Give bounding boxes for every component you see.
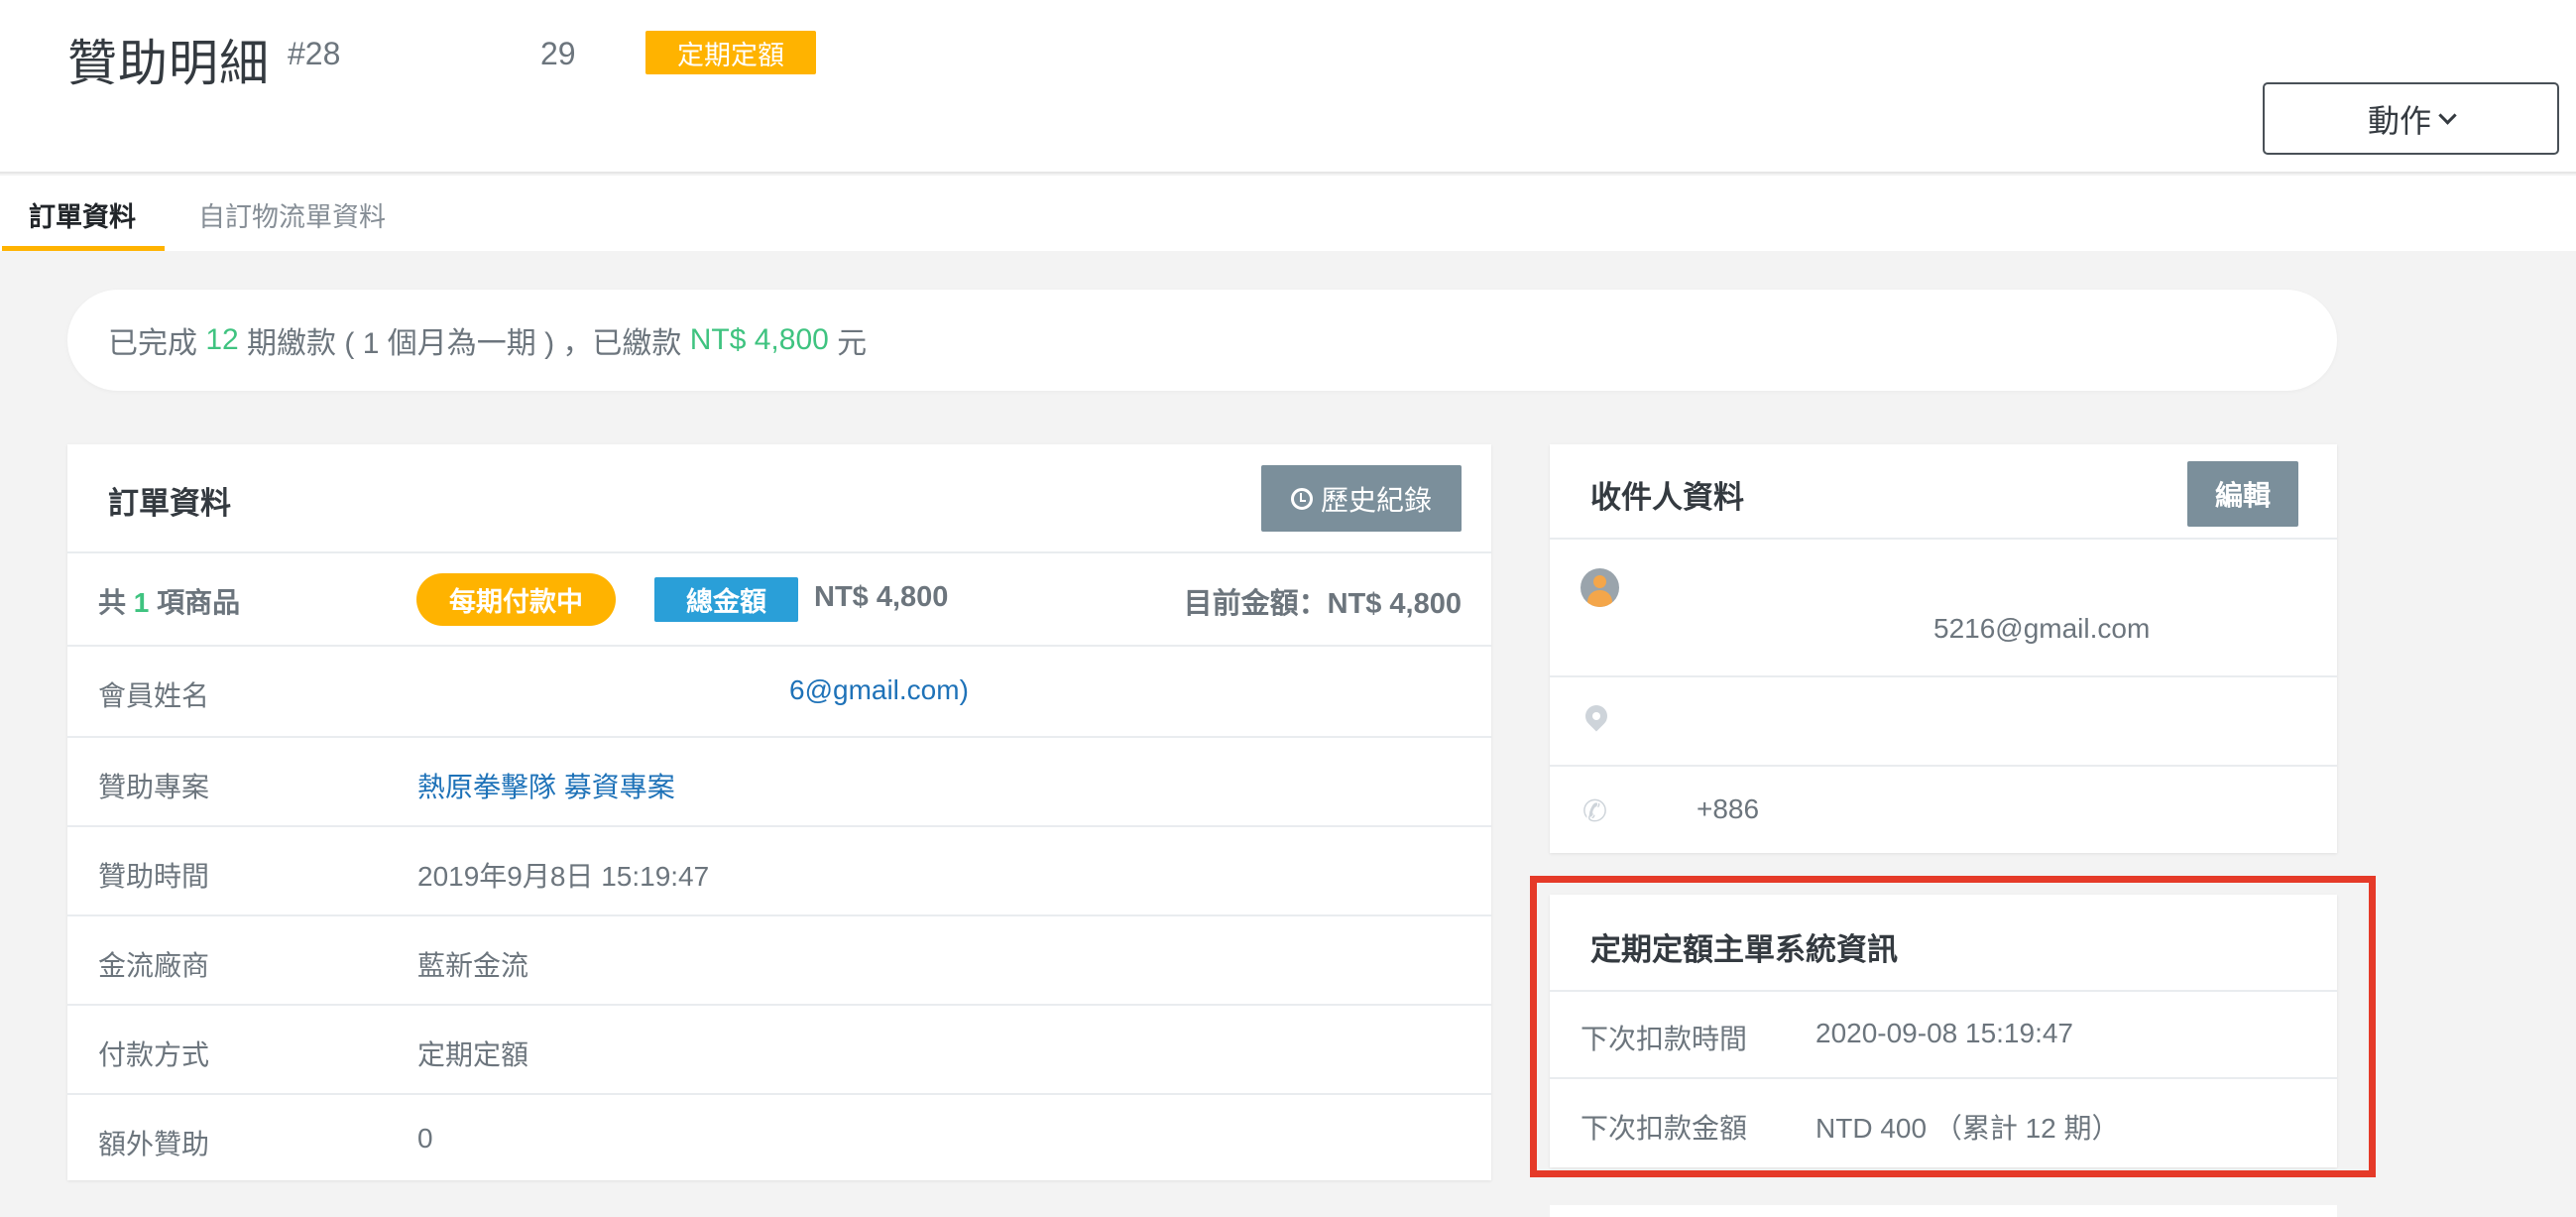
- divider: [1550, 765, 2337, 767]
- recipient-card-title: 收件人資料: [1590, 480, 1744, 515]
- page-header: 贊助明細 #28 29 定期定額 動作: [0, 0, 2576, 174]
- map-pin-icon: [1581, 700, 1612, 732]
- history-button[interactable]: 歷史紀錄: [1261, 465, 1462, 532]
- payment-method-value: 定期定額: [417, 1039, 529, 1070]
- next-charge-amount-label: 下次扣款金額: [1581, 1113, 1748, 1144]
- summary-suffix: 元: [828, 327, 868, 360]
- recipient-phone: +886: [1697, 793, 1760, 824]
- divider: [67, 736, 1491, 738]
- divider: [67, 1093, 1491, 1095]
- extra-sponsor-value: 0: [417, 1123, 433, 1154]
- action-dropdown-button[interactable]: 動作: [2263, 82, 2559, 155]
- member-name-label: 會員姓名: [98, 680, 210, 711]
- summary-periods: 12: [205, 323, 239, 356]
- payment-provider-label: 金流廠商: [98, 950, 210, 981]
- next-charge-time-label: 下次扣款時間: [1581, 1024, 1748, 1054]
- order-info-card: 訂單資料 歷史紀錄 共 1 項商品 每期付款中 總金額 NT$ 4,800 目前…: [67, 444, 1491, 1180]
- next-charge-time-value: 2020-09-08 15:19:47: [1815, 1018, 2073, 1048]
- payment-method-label: 付款方式: [98, 1039, 210, 1070]
- divider: [1550, 990, 2337, 992]
- divider: [1550, 1077, 2337, 1079]
- member-name-link[interactable]: 6@gmail.com): [789, 674, 969, 706]
- divider: [67, 645, 1491, 647]
- order-count: 29: [540, 36, 576, 71]
- sponsor-time-label: 贊助時間: [98, 861, 210, 892]
- recipient-info-card: 收件人資料 編輯 5216@gmail.com ✆ +886: [1550, 444, 2337, 853]
- item-count-number: 1: [133, 587, 150, 618]
- subscription-system-card: 定期定額主單系統資訊 下次扣款時間 2020-09-08 15:19:47 下次…: [1550, 895, 2337, 1167]
- project-label: 贊助專案: [98, 772, 210, 802]
- item-count-prefix: 共: [98, 587, 134, 618]
- page-title: 贊助明細: [67, 36, 270, 91]
- order-number: #28: [288, 36, 341, 71]
- next-card-partial: [1550, 1205, 2337, 1217]
- phone-icon: ✆: [1582, 795, 1608, 828]
- divider: [1550, 675, 2337, 677]
- action-button-label: 動作: [2367, 102, 2431, 139]
- project-link[interactable]: 熱原拳擊隊 募資專案: [417, 766, 675, 805]
- total-amount-badge: 總金額: [654, 577, 798, 622]
- clock-icon: [1290, 487, 1313, 510]
- system-card-title: 定期定額主單系統資訊: [1590, 932, 1898, 967]
- payment-provider-value: 藍新金流: [417, 950, 529, 981]
- tab-custom-logistics[interactable]: 自訂物流單資料: [198, 195, 386, 234]
- item-count-suffix: 項商品: [149, 587, 241, 618]
- divider: [67, 1004, 1491, 1006]
- divider: [67, 551, 1491, 553]
- tab-bar: 訂單資料 自訂物流單資料: [0, 176, 2576, 251]
- tab-order-info[interactable]: 訂單資料: [29, 195, 136, 234]
- summary-paid-amount: NT$ 4,800: [689, 323, 829, 356]
- chevron-down-icon: [2438, 106, 2457, 125]
- order-card-title: 訂單資料: [108, 486, 231, 521]
- payment-status-badge: 每期付款中: [416, 573, 616, 626]
- divider: [1550, 538, 2337, 540]
- recipient-email: 5216@gmail.com: [1933, 613, 2151, 644]
- user-avatar-icon: [1581, 568, 1619, 607]
- history-button-label: 歷史紀錄: [1320, 484, 1432, 516]
- item-count: 共 1 項商品: [98, 581, 240, 621]
- extra-sponsor-label: 額外贊助: [98, 1129, 210, 1159]
- divider: [67, 825, 1491, 827]
- current-amount: 目前金額：NT$ 4,800: [1183, 588, 1462, 620]
- subscription-type-badge: 定期定額: [645, 31, 816, 74]
- edit-recipient-button[interactable]: 編輯: [2187, 461, 2298, 527]
- sponsor-time-value: 2019年9月8日 15:19:47: [417, 861, 710, 892]
- total-amount: NT$ 4,800: [814, 581, 949, 613]
- next-charge-amount-value: NTD 400 （累計 12 期）: [1815, 1113, 2120, 1144]
- summary-prefix: 已完成: [108, 327, 206, 360]
- payment-summary: 已完成 12 期繳款 ( 1 個月為一期 ) ，已繳款 NT$ 4,800 元: [67, 290, 2337, 391]
- active-tab-indicator: [2, 246, 165, 251]
- divider: [67, 914, 1491, 916]
- summary-middle: 期繳款 ( 1 個月為一期 ) ，已繳款: [238, 327, 690, 360]
